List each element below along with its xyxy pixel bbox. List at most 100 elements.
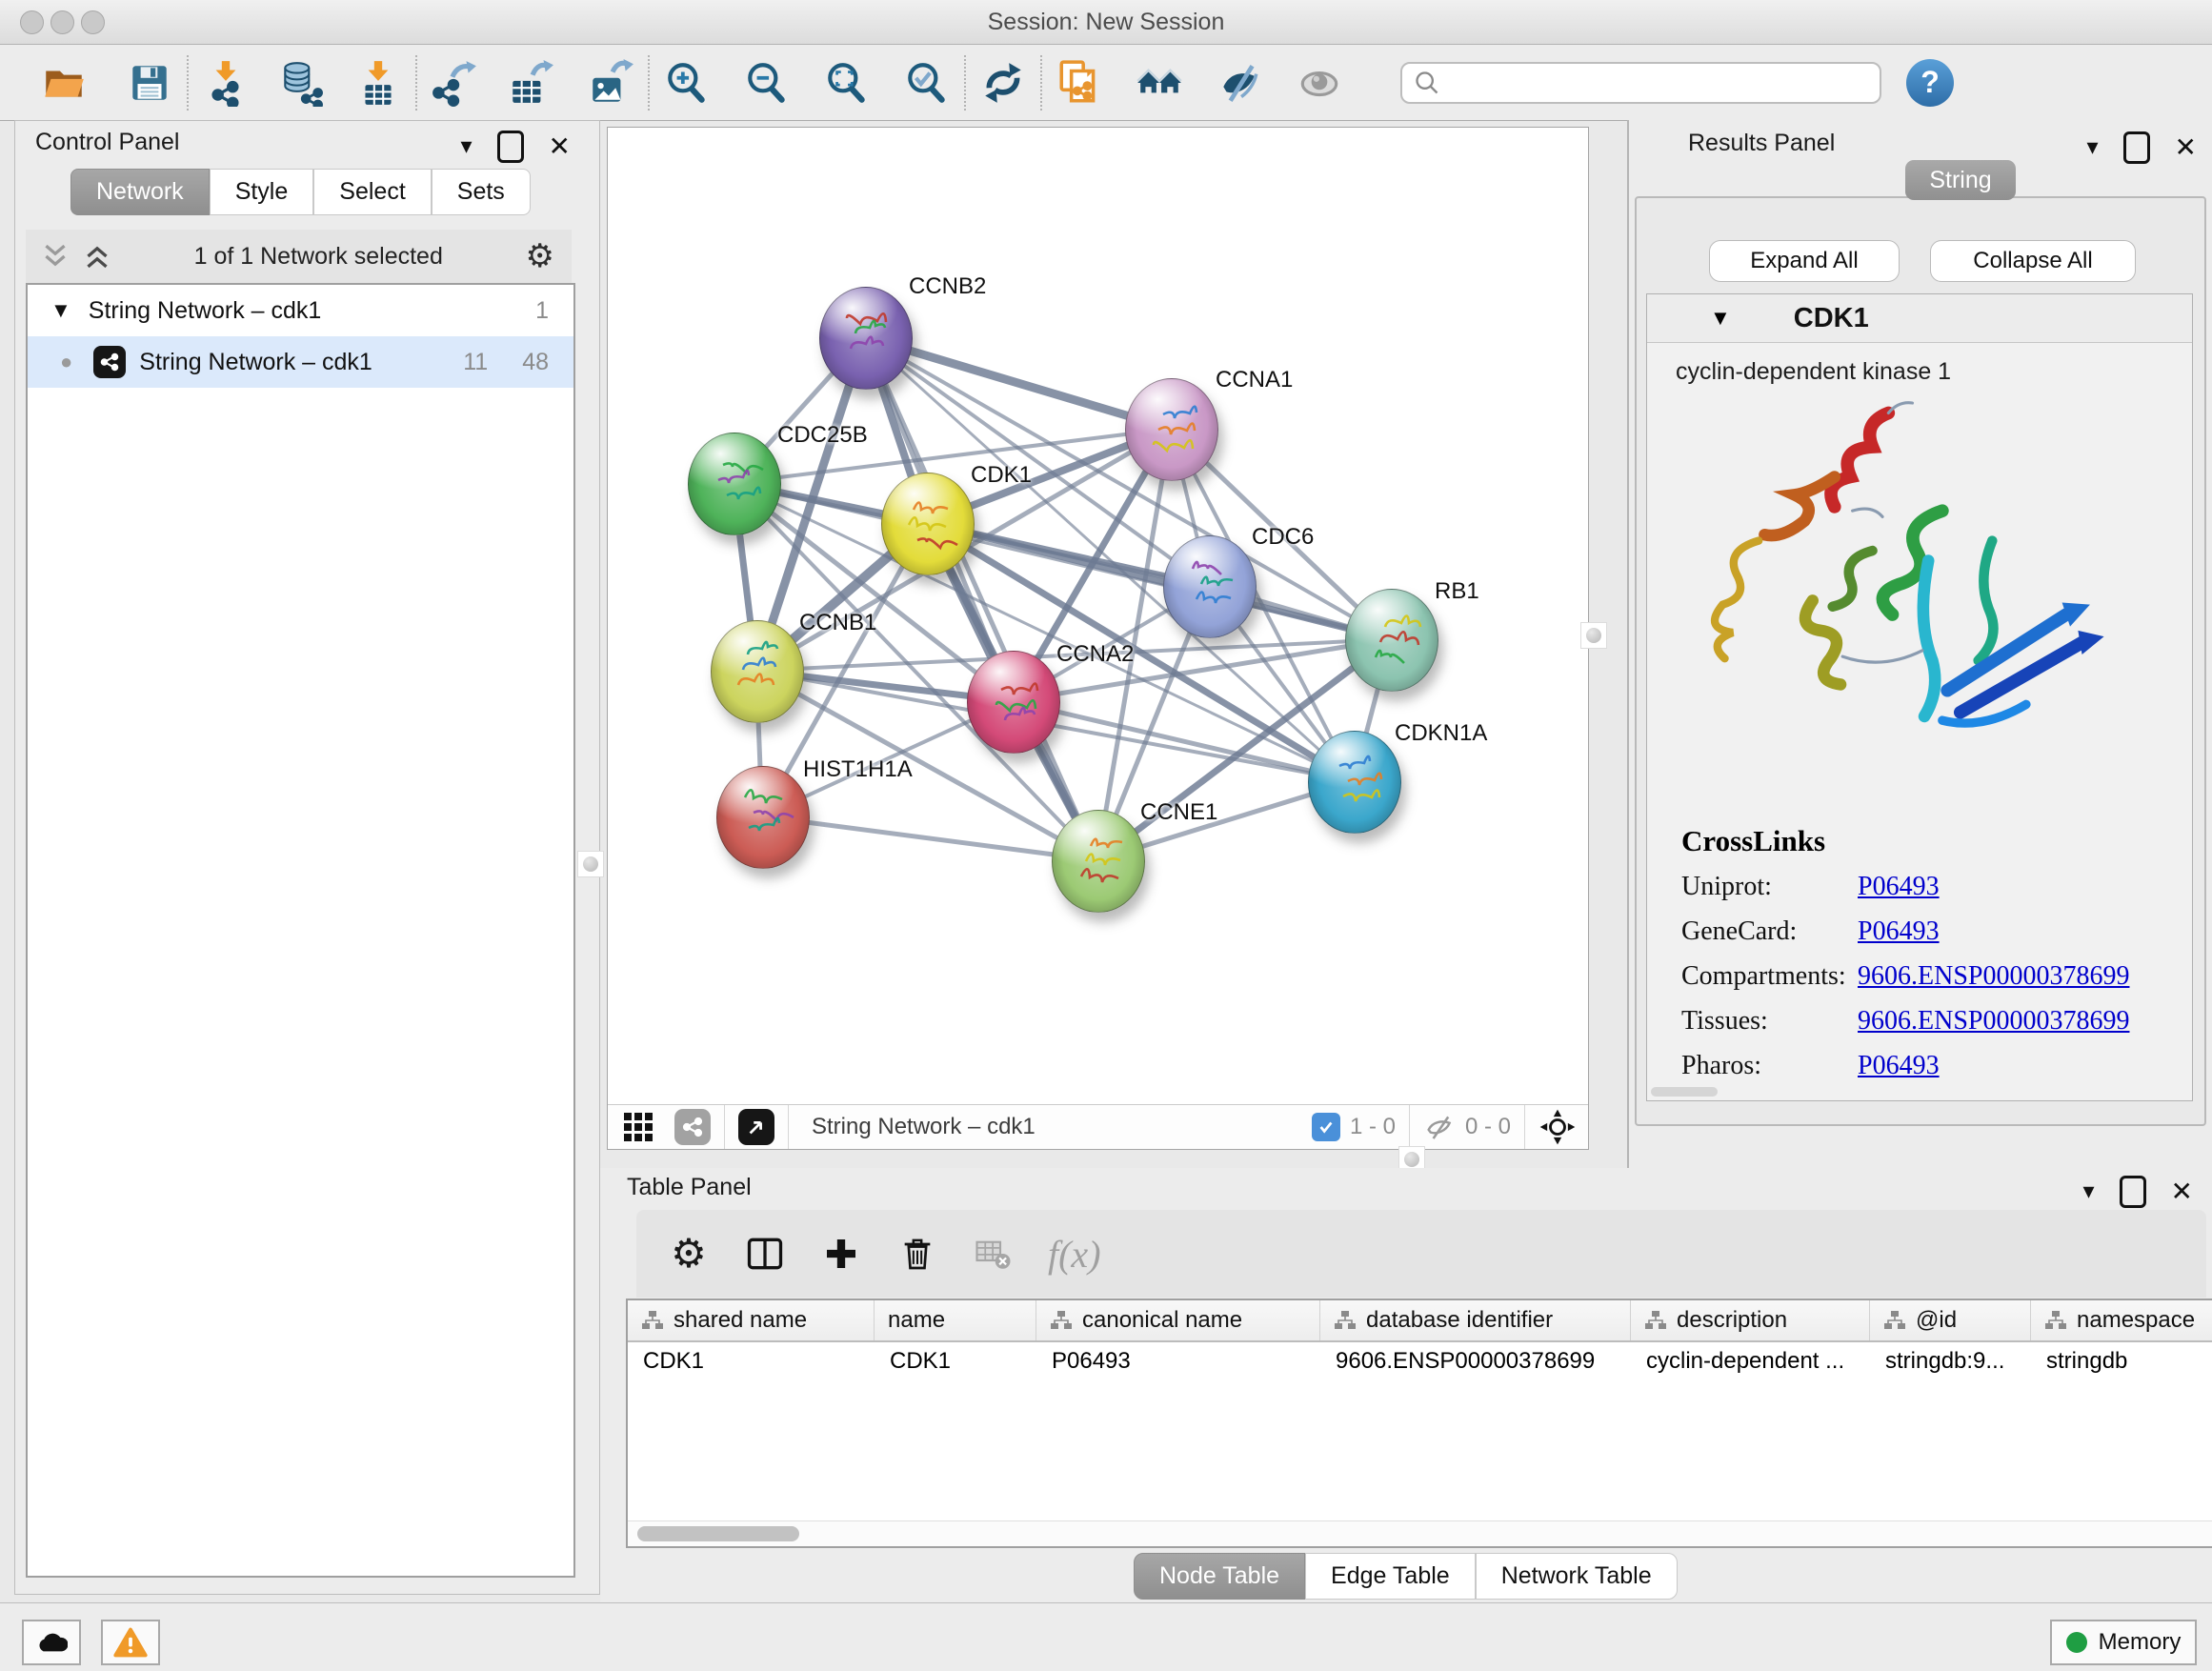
hide-selection-icon[interactable] [1212, 55, 1267, 111]
crosslink-link[interactable]: 9606.ENSP00000378699 [1858, 1006, 2129, 1037]
first-neighbors-icon[interactable] [1132, 55, 1187, 111]
table-cell[interactable]: 9606.ENSP00000378699 [1320, 1342, 1631, 1384]
tab-node-table[interactable]: Node Table [1134, 1553, 1305, 1600]
birds-eye-view-icon[interactable] [1538, 1108, 1577, 1146]
close-panel-icon[interactable]: ✕ [549, 133, 571, 160]
table-cell[interactable]: stringdb:9... [1870, 1342, 2031, 1384]
column-header-@id[interactable]: @id [1870, 1300, 2031, 1340]
zoom-out-icon[interactable] [739, 55, 794, 111]
open-in-browser-icon[interactable] [738, 1109, 774, 1145]
collapse-panel-icon[interactable]: ▾ [2082, 1180, 2094, 1203]
network-node-cdkn1a[interactable] [1308, 731, 1401, 834]
table-cell[interactable]: cyclin-dependent ... [1631, 1342, 1870, 1384]
open-session-icon[interactable] [36, 55, 91, 111]
zoom-selected-icon[interactable] [899, 55, 955, 111]
collection-disclosure-icon[interactable]: ▼ [50, 298, 71, 323]
column-header-name[interactable]: name [875, 1300, 1036, 1340]
import-table-from-file-icon[interactable] [351, 55, 406, 111]
export-table-icon[interactable] [503, 55, 558, 111]
memory-button[interactable]: Memory [2050, 1620, 2197, 1665]
column-header-namespace[interactable]: namespace [2031, 1300, 2212, 1340]
results-hscroll-thumb[interactable] [1651, 1087, 1718, 1097]
section-disclosure-icon[interactable]: ▼ [1710, 306, 1731, 331]
table-cell[interactable]: CDK1 [628, 1342, 875, 1384]
apply-preferred-layout-icon[interactable] [975, 55, 1031, 111]
network-node-ccna1[interactable] [1125, 378, 1218, 481]
network-node-rb1[interactable] [1345, 589, 1438, 692]
collapse-panel-icon[interactable]: ▾ [2086, 136, 2098, 159]
collapse-all-button[interactable]: Collapse All [1930, 240, 2136, 282]
float-panel-icon[interactable] [497, 131, 524, 163]
gene-section-header[interactable]: ▼ CDK1 [1647, 294, 2192, 343]
help-button[interactable]: ? [1906, 59, 1954, 107]
network-canvas[interactable]: CCNB2CCNA1CDC25BCDK1CDC6RB1CCNB1CCNA2CDK… [608, 128, 1586, 1090]
function-builder-icon[interactable]: f(x) [1048, 1232, 1101, 1277]
search-input[interactable] [1400, 62, 1881, 104]
column-header-shared-name[interactable]: shared name [628, 1300, 875, 1340]
tab-select[interactable]: Select [313, 169, 431, 215]
network-collection-row[interactable]: ▼ String Network – cdk1 1 [28, 285, 573, 336]
export-network-icon[interactable] [427, 55, 482, 111]
network-options-gear-icon[interactable]: ⚙ [526, 240, 554, 272]
close-panel-icon[interactable]: ✕ [2175, 134, 2197, 161]
tab-sets[interactable]: Sets [432, 169, 531, 215]
new-network-from-selection-icon[interactable] [1052, 55, 1107, 111]
import-network-from-database-icon[interactable] [274, 55, 330, 111]
table-cell[interactable]: CDK1 [875, 1342, 1036, 1384]
left-splitter-handle[interactable] [577, 851, 604, 877]
table-hscrollbar[interactable] [628, 1520, 2212, 1546]
table-row[interactable]: CDK1CDK1P064939606.ENSP00000378699cyclin… [628, 1342, 2212, 1384]
network-node-cdc25b[interactable] [688, 433, 781, 535]
float-panel-icon[interactable] [2120, 1176, 2146, 1208]
network-node-cdk1[interactable] [881, 473, 975, 575]
crosslink-link[interactable]: P06493 [1858, 872, 1940, 902]
export-image-icon[interactable] [583, 55, 638, 111]
table-hscroll-thumb[interactable] [637, 1526, 799, 1541]
network-node-hist1h1a[interactable] [716, 766, 810, 869]
right-splitter-handle[interactable] [1580, 622, 1607, 649]
node-label-ccne1: CCNE1 [1140, 799, 1217, 826]
float-panel-icon[interactable] [2123, 131, 2150, 164]
tab-edge-table[interactable]: Edge Table [1305, 1553, 1476, 1600]
network-node-ccnb1[interactable] [711, 620, 804, 723]
network-edge[interactable] [762, 816, 1097, 860]
table-cell[interactable]: P06493 [1036, 1342, 1320, 1384]
column-header-database-identifier[interactable]: database identifier [1320, 1300, 1631, 1340]
save-session-icon[interactable] [122, 55, 177, 111]
column-header-description[interactable]: description [1631, 1300, 1870, 1340]
crosslink-link[interactable]: P06493 [1858, 1051, 1940, 1081]
zoom-in-icon[interactable] [659, 55, 714, 111]
string-view-icon[interactable] [674, 1109, 711, 1145]
crosslink-row: Compartments:9606.ENSP00000378699 [1681, 961, 2129, 992]
warnings-button[interactable] [101, 1620, 160, 1665]
grid-view-icon[interactable] [621, 1110, 655, 1144]
network-node-cdc6[interactable] [1163, 535, 1257, 638]
tab-style[interactable]: Style [210, 169, 314, 215]
show-columns-icon[interactable] [743, 1232, 787, 1276]
network-row-selected[interactable]: ● String Network – cdk1 11 48 [28, 336, 573, 388]
crosslink-link[interactable]: 9606.ENSP00000378699 [1858, 961, 2129, 992]
collapse-all-chevrons-icon[interactable] [83, 242, 111, 271]
expand-all-chevrons-icon[interactable] [41, 242, 70, 271]
close-panel-icon[interactable]: ✕ [2171, 1178, 2193, 1205]
tab-network[interactable]: Network [70, 169, 210, 215]
zoom-fit-content-icon[interactable] [819, 55, 875, 111]
expand-all-button[interactable]: Expand All [1709, 240, 1900, 282]
tab-string[interactable]: String [1905, 160, 2016, 200]
network-node-ccnb2[interactable] [819, 287, 913, 390]
crosslink-link[interactable]: P06493 [1858, 916, 1940, 947]
network-edge[interactable] [927, 523, 1391, 639]
collapse-panel-icon[interactable]: ▾ [460, 135, 472, 158]
tab-network-table[interactable]: Network Table [1476, 1553, 1678, 1600]
cloud-button[interactable] [22, 1620, 81, 1665]
table-cell[interactable]: stringdb [2031, 1342, 2212, 1384]
create-column-icon[interactable] [819, 1232, 863, 1276]
column-header-canonical-name[interactable]: canonical name [1036, 1300, 1320, 1340]
table-options-gear-icon[interactable]: ⚙ [667, 1232, 711, 1276]
network-node-ccne1[interactable] [1052, 810, 1145, 913]
show-all-icon[interactable] [1292, 55, 1347, 111]
network-node-ccna2[interactable] [967, 651, 1060, 754]
import-network-from-file-icon[interactable] [198, 55, 253, 111]
selected-checkbox-icon[interactable] [1312, 1113, 1340, 1141]
delete-column-icon[interactable] [895, 1232, 939, 1276]
